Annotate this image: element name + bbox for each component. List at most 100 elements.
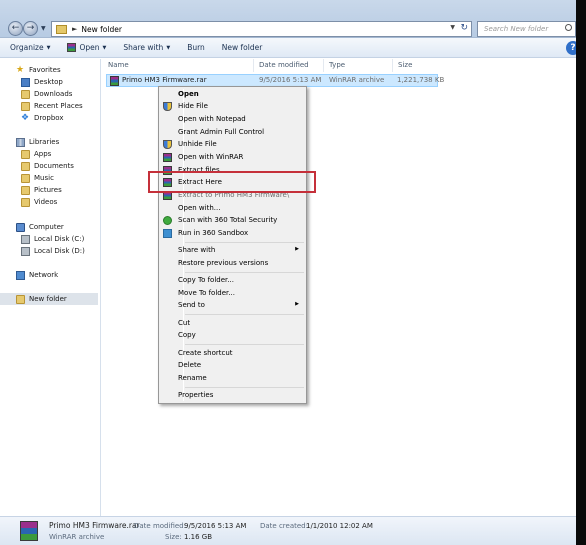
chevron-right-icon[interactable]: ► bbox=[72, 25, 77, 33]
menu-open[interactable]: Open bbox=[178, 89, 199, 99]
nav-recent-places[interactable]: Recent Places bbox=[0, 100, 83, 112]
share-with-button[interactable]: Share with ▼ bbox=[123, 43, 170, 52]
column-header-type[interactable]: Type bbox=[329, 59, 345, 72]
open-button[interactable]: Open ▼ bbox=[67, 43, 106, 52]
menu-copy-to-folder[interactable]: Copy To folder... bbox=[178, 275, 234, 285]
details-date-modified-label: Date modified: bbox=[134, 522, 186, 530]
nav-favorites[interactable]: ★ Favorites bbox=[0, 64, 61, 76]
nav-label: Dropbox bbox=[34, 114, 64, 122]
apps-icon bbox=[21, 149, 30, 159]
menu-separator bbox=[185, 314, 304, 315]
menu-restore-versions[interactable]: Restore previous versions bbox=[178, 258, 268, 268]
nav-local-disk-c[interactable]: Local Disk (C:) bbox=[0, 233, 84, 245]
computer-icon bbox=[16, 222, 25, 232]
nav-label: Favorites bbox=[29, 66, 61, 74]
nav-label: Apps bbox=[34, 150, 52, 158]
column-divider[interactable] bbox=[253, 59, 254, 72]
pictures-icon bbox=[21, 185, 30, 195]
nav-label: Network bbox=[29, 271, 59, 279]
nav-label: Recent Places bbox=[34, 102, 83, 110]
menu-send-to[interactable]: Send to bbox=[178, 300, 205, 310]
refresh-icon[interactable]: ↻ bbox=[460, 23, 468, 33]
nav-desktop[interactable]: Desktop bbox=[0, 76, 63, 88]
help-icon[interactable]: ? bbox=[566, 41, 576, 55]
new-folder-label: New folder bbox=[221, 43, 263, 52]
recent-pages-dropdown[interactable]: ▼ bbox=[41, 25, 46, 32]
search-input[interactable]: Search New folder bbox=[477, 21, 576, 37]
column-header-name[interactable]: Name bbox=[108, 59, 129, 72]
nav-label: Computer bbox=[29, 223, 64, 231]
menu-hide-file[interactable]: Hide File bbox=[178, 101, 208, 111]
nav-local-disk-d[interactable]: Local Disk (D:) bbox=[0, 245, 85, 257]
burn-label: Burn bbox=[187, 43, 205, 52]
file-size: 1,221,738 KB bbox=[397, 76, 445, 84]
address-bar[interactable]: ► New folder ▼ ↻ bbox=[51, 21, 472, 37]
folder-icon bbox=[16, 294, 25, 304]
winrar-icon bbox=[163, 153, 172, 162]
sandbox-icon bbox=[163, 229, 172, 238]
nav-libraries[interactable]: Libraries bbox=[0, 136, 59, 148]
submenu-arrow-icon: ▶ bbox=[295, 246, 299, 252]
nav-label: Videos bbox=[34, 198, 58, 206]
menu-open-with-winrar[interactable]: Open with WinRAR bbox=[178, 152, 243, 162]
menu-copy[interactable]: Copy bbox=[178, 330, 196, 340]
winrar-archive-icon bbox=[110, 76, 119, 86]
file-date: 9/5/2016 5:13 AM bbox=[259, 76, 322, 84]
command-bar: Organize ▼ Open ▼ Share with ▼ Burn New … bbox=[0, 38, 576, 58]
column-divider[interactable] bbox=[392, 59, 393, 72]
title-bar: ← → ▼ ► New folder ▼ ↻ Search New folder bbox=[0, 0, 576, 38]
winrar-icon bbox=[67, 43, 77, 52]
address-path[interactable]: New folder bbox=[81, 25, 122, 34]
nav-label: Pictures bbox=[34, 186, 62, 194]
disk-icon bbox=[21, 246, 30, 256]
nav-computer[interactable]: Computer bbox=[0, 221, 64, 233]
menu-run-sandbox[interactable]: Run in 360 Sandbox bbox=[178, 228, 248, 238]
forward-button[interactable]: → bbox=[23, 21, 38, 36]
column-header-date[interactable]: Date modified bbox=[259, 59, 309, 72]
recent-places-icon bbox=[21, 101, 30, 111]
chevron-down-icon: ▼ bbox=[46, 44, 51, 51]
downloads-icon bbox=[21, 89, 30, 99]
libraries-icon bbox=[16, 137, 25, 147]
menu-scan-360[interactable]: Scan with 360 Total Security bbox=[178, 215, 277, 225]
star-icon: ★ bbox=[16, 64, 25, 75]
menu-properties[interactable]: Properties bbox=[178, 390, 213, 400]
menu-rename[interactable]: Rename bbox=[178, 373, 207, 383]
menu-cut[interactable]: Cut bbox=[178, 318, 190, 328]
nav-network[interactable]: Network bbox=[0, 269, 58, 281]
shield-icon bbox=[163, 102, 172, 111]
nav-apps[interactable]: Apps bbox=[0, 148, 51, 160]
column-divider[interactable] bbox=[323, 59, 324, 72]
nav-label: Documents bbox=[34, 162, 74, 170]
new-folder-button[interactable]: New folder bbox=[222, 43, 263, 52]
nav-documents[interactable]: Documents bbox=[0, 160, 74, 172]
menu-open-with-notepad[interactable]: Open with Notepad bbox=[178, 114, 246, 124]
organize-button[interactable]: Organize ▼ bbox=[10, 43, 50, 52]
nav-pictures[interactable]: Pictures bbox=[0, 184, 62, 196]
menu-move-to-folder[interactable]: Move To folder... bbox=[178, 288, 235, 298]
nav-downloads[interactable]: Downloads bbox=[0, 88, 72, 100]
explorer-window: ← → ▼ ► New folder ▼ ↻ Search New folder… bbox=[0, 0, 576, 545]
nav-videos[interactable]: Videos bbox=[0, 196, 57, 208]
details-file-type: WinRAR archive bbox=[49, 533, 105, 541]
search-icon[interactable] bbox=[565, 24, 572, 31]
column-header-size[interactable]: Size bbox=[398, 59, 412, 72]
menu-unhide-file[interactable]: Unhide File bbox=[178, 139, 217, 149]
nav-new-folder[interactable]: New folder bbox=[0, 293, 98, 305]
chevron-down-icon[interactable]: ▼ bbox=[450, 24, 455, 31]
chevron-down-icon: ▼ bbox=[166, 44, 171, 51]
nav-label: Libraries bbox=[29, 138, 60, 146]
menu-create-shortcut[interactable]: Create shortcut bbox=[178, 348, 233, 358]
burn-button[interactable]: Burn bbox=[187, 43, 205, 52]
menu-share-with[interactable]: Share with bbox=[178, 245, 215, 255]
winrar-archive-icon bbox=[20, 521, 38, 541]
shield-icon bbox=[163, 140, 172, 149]
nav-label: Music bbox=[34, 174, 54, 182]
nav-music[interactable]: Music bbox=[0, 172, 54, 184]
organize-label: Organize bbox=[10, 43, 44, 52]
back-button[interactable]: ← bbox=[8, 21, 23, 36]
menu-open-with[interactable]: Open with... bbox=[178, 203, 220, 213]
menu-delete[interactable]: Delete bbox=[178, 360, 201, 370]
menu-grant-admin[interactable]: Grant Admin Full Control bbox=[178, 127, 264, 137]
nav-dropbox[interactable]: ❖ Dropbox bbox=[0, 112, 64, 124]
